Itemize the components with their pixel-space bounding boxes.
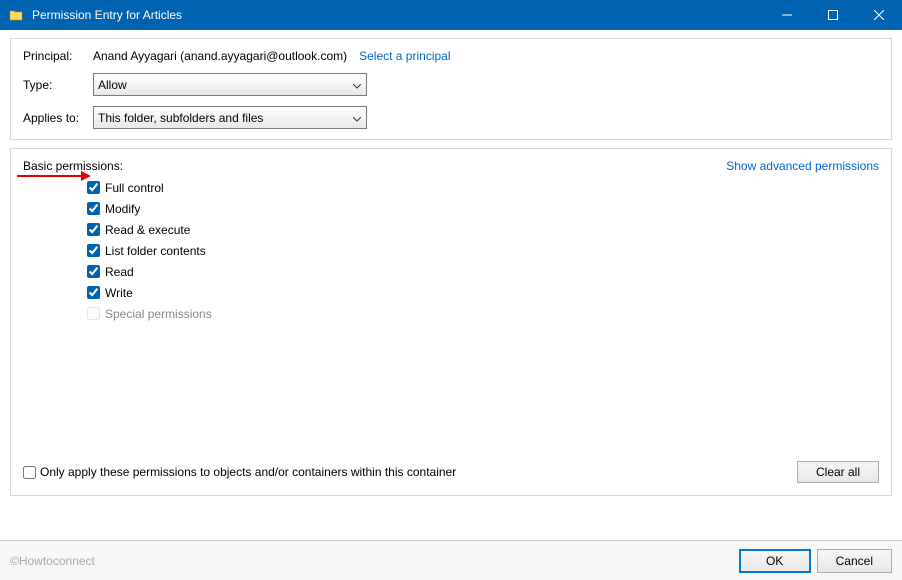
list-folder-checkbox[interactable] bbox=[87, 244, 100, 257]
applies-label: Applies to: bbox=[23, 111, 93, 125]
red-arrow-annotation bbox=[17, 170, 91, 182]
bottom-controls: Only apply these permissions to objects … bbox=[23, 461, 879, 483]
permission-label: Read bbox=[105, 265, 134, 279]
permission-item-read-execute: Read & execute bbox=[87, 221, 879, 238]
applies-row: Applies to: This folder, subfolders and … bbox=[23, 106, 879, 129]
permission-label: Modify bbox=[105, 202, 140, 216]
ok-button[interactable]: OK bbox=[739, 549, 811, 573]
permission-label: Read & execute bbox=[105, 223, 190, 237]
type-row: Type: Allow bbox=[23, 73, 879, 96]
titlebar: Permission Entry for Articles bbox=[0, 0, 902, 30]
clear-all-button[interactable]: Clear all bbox=[797, 461, 879, 483]
only-apply-row: Only apply these permissions to objects … bbox=[23, 465, 456, 479]
permission-label: List folder contents bbox=[105, 244, 206, 258]
folder-icon bbox=[8, 7, 24, 23]
footer: ©Howtoconnect OK Cancel bbox=[0, 540, 902, 580]
type-label: Type: bbox=[23, 78, 93, 92]
permission-item-full-control: Full control bbox=[87, 179, 879, 196]
modify-checkbox[interactable] bbox=[87, 202, 100, 215]
content-area: Principal: Anand Ayyagari (anand.ayyagar… bbox=[0, 30, 902, 512]
principal-panel: Principal: Anand Ayyagari (anand.ayyagar… bbox=[10, 38, 892, 140]
permissions-panel: Basic permissions: Show advanced permiss… bbox=[10, 148, 892, 496]
window-controls bbox=[764, 0, 902, 30]
cancel-button[interactable]: Cancel bbox=[817, 549, 892, 573]
permission-label: Special permissions bbox=[105, 307, 212, 321]
read-execute-checkbox[interactable] bbox=[87, 223, 100, 236]
permission-label: Full control bbox=[105, 181, 164, 195]
special-checkbox bbox=[87, 307, 100, 320]
principal-label: Principal: bbox=[23, 49, 93, 63]
permissions-list: Full control Modify Read & execute List … bbox=[87, 179, 879, 322]
watermark: ©Howtoconnect bbox=[10, 554, 95, 568]
type-select[interactable]: Allow bbox=[93, 73, 367, 96]
window-title: Permission Entry for Articles bbox=[32, 8, 764, 22]
select-principal-link[interactable]: Select a principal bbox=[359, 49, 450, 63]
permission-item-list-folder: List folder contents bbox=[87, 242, 879, 259]
advanced-permissions-link[interactable]: Show advanced permissions bbox=[726, 159, 879, 173]
permission-item-write: Write bbox=[87, 284, 879, 301]
permission-item-modify: Modify bbox=[87, 200, 879, 217]
only-apply-label: Only apply these permissions to objects … bbox=[40, 465, 456, 479]
principal-row: Principal: Anand Ayyagari (anand.ayyagar… bbox=[23, 49, 879, 63]
read-checkbox[interactable] bbox=[87, 265, 100, 278]
maximize-button[interactable] bbox=[810, 0, 856, 30]
write-checkbox[interactable] bbox=[87, 286, 100, 299]
only-apply-checkbox[interactable] bbox=[23, 466, 36, 479]
permission-item-special: Special permissions bbox=[87, 305, 879, 322]
principal-value: Anand Ayyagari (anand.ayyagari@outlook.c… bbox=[93, 49, 347, 63]
minimize-button[interactable] bbox=[764, 0, 810, 30]
permission-label: Write bbox=[105, 286, 133, 300]
footer-buttons: OK Cancel bbox=[739, 549, 892, 573]
permission-item-read: Read bbox=[87, 263, 879, 280]
close-button[interactable] bbox=[856, 0, 902, 30]
full-control-checkbox[interactable] bbox=[87, 181, 100, 194]
applies-select[interactable]: This folder, subfolders and files bbox=[93, 106, 367, 129]
